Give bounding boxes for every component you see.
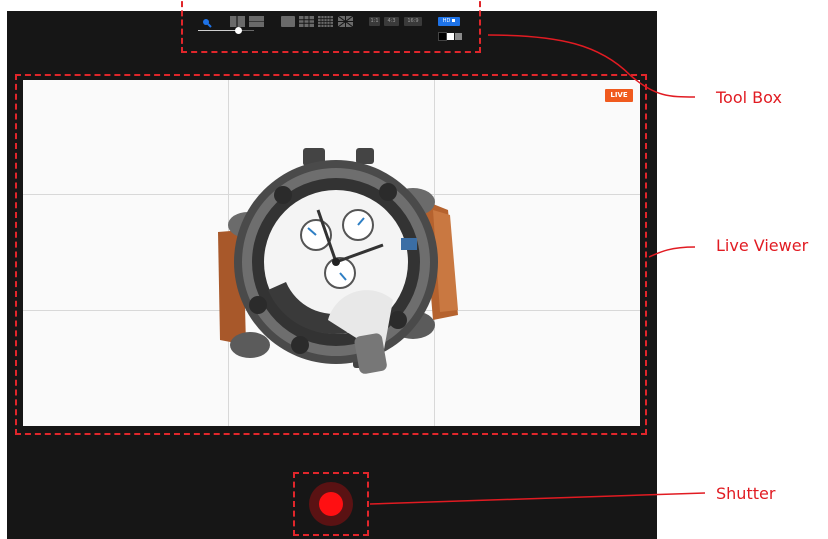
- callout-leaders: [369, 34, 706, 505]
- callout-toolbox: Tool Box: [716, 88, 782, 107]
- callout-shutter: Shutter: [716, 484, 776, 503]
- callout-live-viewer: Live Viewer: [716, 236, 809, 255]
